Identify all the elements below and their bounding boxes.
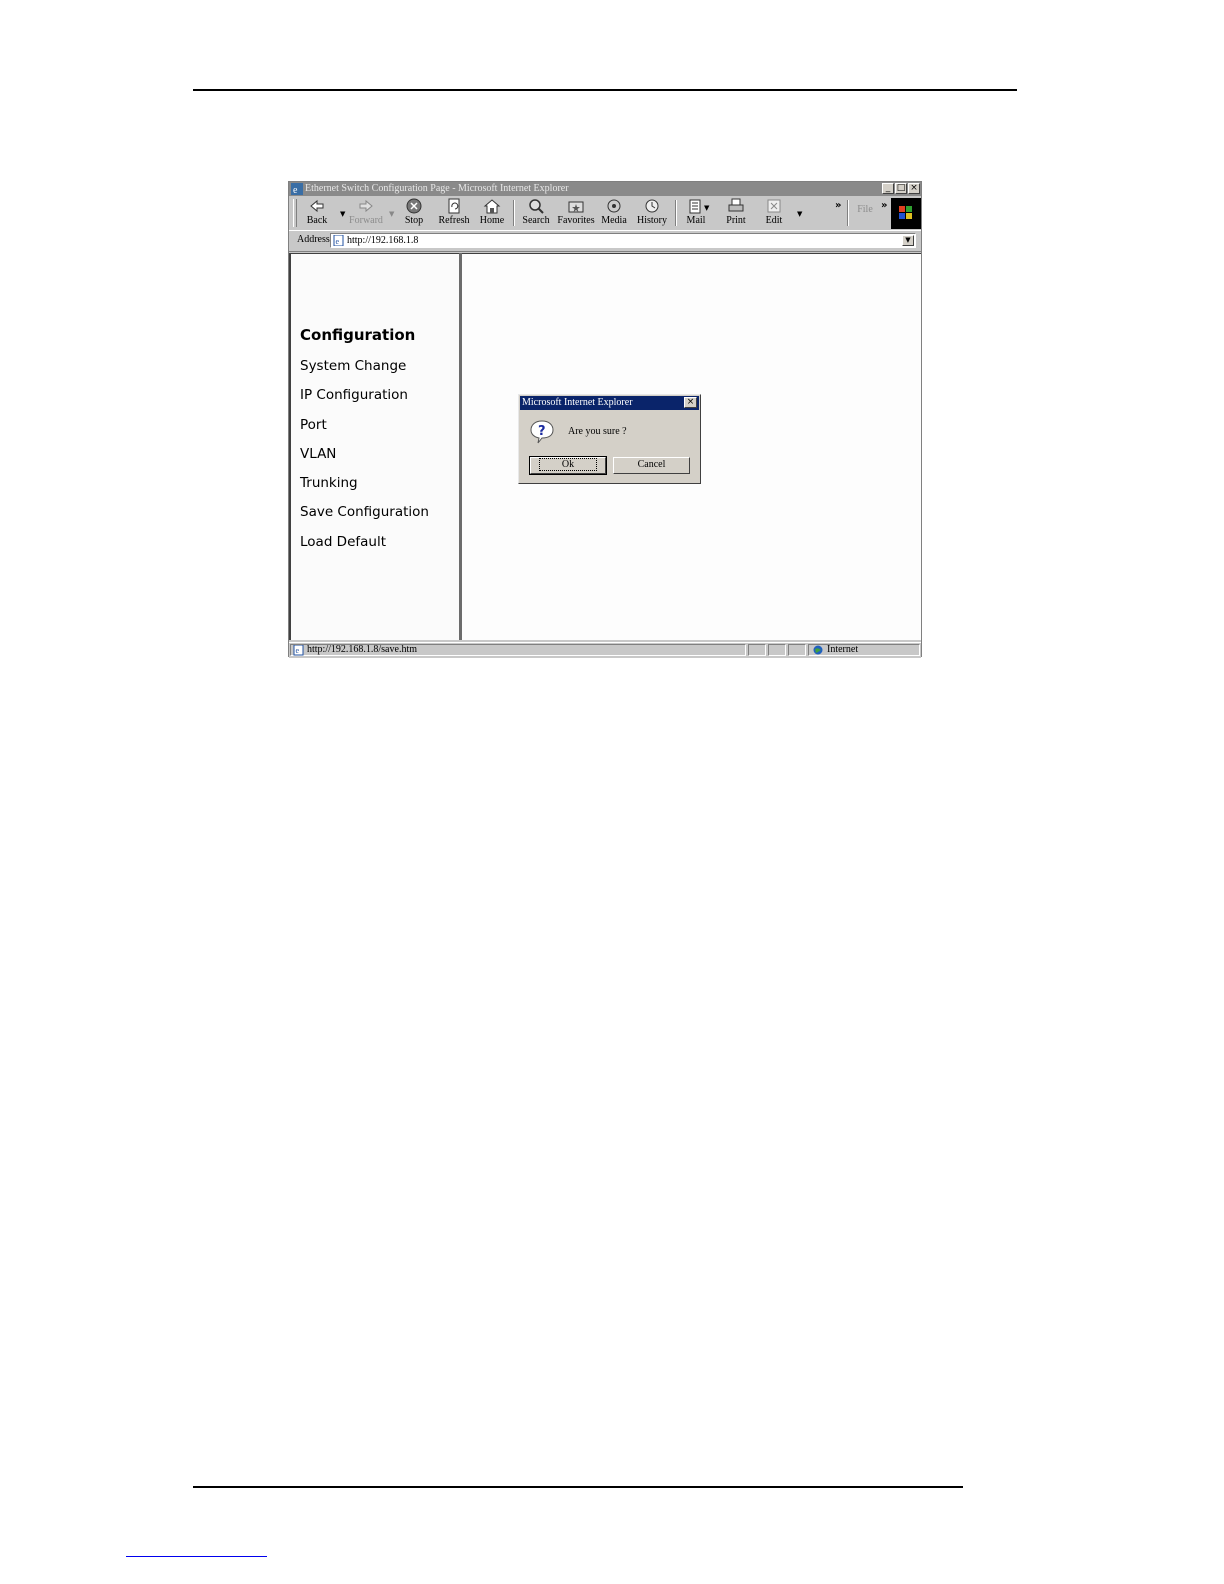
dialog-message: Are you sure ?: [568, 426, 627, 437]
status-zone-pane[interactable]: Internet: [808, 644, 920, 656]
favorites-folder-icon: [568, 201, 584, 213]
window-title: Ethernet Switch Configuration Page - Mic…: [305, 183, 569, 194]
stop-icon: [406, 198, 422, 214]
home-icon: [483, 199, 501, 214]
menu-item-ip-configuration[interactable]: IP Configuration: [300, 387, 429, 416]
address-value: http://192.168.1.8: [347, 235, 419, 246]
menu-item-port[interactable]: Port: [300, 417, 429, 446]
close-button[interactable]: ×: [908, 183, 920, 194]
mail-icon: [689, 199, 701, 214]
search-button[interactable]: Search: [521, 198, 551, 228]
media-icon: [607, 199, 621, 213]
address-input[interactable]: e http://192.168.1.8 ▼: [330, 233, 916, 248]
menu-heading: Configuration: [300, 326, 416, 344]
forward-button[interactable]: Forward: [349, 198, 383, 228]
menu-item-vlan[interactable]: VLAN: [300, 446, 429, 475]
favorites-button[interactable]: Favorites: [557, 198, 595, 228]
dialog-titlebar[interactable]: Microsoft Internet Explorer ×: [520, 396, 699, 410]
cancel-button[interactable]: Cancel: [613, 457, 690, 474]
windows-logo-icon: [891, 198, 921, 229]
back-dropdown-icon[interactable]: ▼: [340, 210, 345, 218]
page-bottom-rule: [193, 1486, 963, 1488]
svg-text:e: e: [296, 646, 300, 655]
page-content: Configuration System Change IP Configura…: [289, 253, 921, 640]
toolbar-separator: [675, 200, 677, 226]
history-label: History: [637, 215, 667, 226]
dialog-title: Microsoft Internet Explorer: [522, 397, 633, 408]
history-button[interactable]: History: [635, 198, 669, 228]
forward-label: Forward: [349, 215, 383, 226]
back-button[interactable]: Back: [303, 198, 331, 228]
status-pane: [788, 644, 806, 656]
footer-link-underline[interactable]: [126, 1556, 267, 1557]
address-bar: Address e http://192.168.1.8 ▼: [289, 231, 921, 252]
toolbar-separator: [513, 200, 515, 226]
status-pane: [768, 644, 786, 656]
media-label: Media: [601, 215, 627, 226]
home-button[interactable]: Home: [479, 198, 505, 228]
question-icon: ?: [530, 420, 554, 444]
page-icon: e: [293, 645, 304, 656]
status-url-pane: e http://192.168.1.8/save.htm: [290, 644, 746, 656]
minimize-button[interactable]: _: [882, 183, 894, 194]
back-label: Back: [306, 215, 328, 226]
ok-label: Ok: [538, 458, 598, 471]
print-button[interactable]: Print: [723, 198, 749, 228]
status-url: http://192.168.1.8/save.htm: [307, 644, 417, 655]
status-bar: e http://192.168.1.8/save.htm Internet: [289, 642, 921, 658]
mail-dropdown-icon[interactable]: ▼: [704, 204, 709, 212]
toolbar-grip[interactable]: [293, 199, 297, 227]
address-dropdown-icon[interactable]: ▼: [902, 235, 914, 246]
edit-button[interactable]: Edit: [761, 198, 787, 228]
edit-dropdown-icon[interactable]: ▼: [797, 210, 802, 218]
confirm-dialog: Microsoft Internet Explorer × ? Are you …: [518, 394, 701, 484]
search-icon: [529, 199, 544, 214]
standard-toolbar: Back ▼ Forward ▼ Stop Refresh Home Searc…: [289, 196, 921, 231]
menu-item-trunking[interactable]: Trunking: [300, 475, 429, 504]
dialog-close-button[interactable]: ×: [684, 397, 697, 408]
forward-arrow-icon: [359, 199, 373, 213]
window-titlebar: e Ethernet Switch Configuration Page - M…: [289, 182, 921, 196]
media-button[interactable]: Media: [599, 198, 629, 228]
status-pane: [748, 644, 766, 656]
menu-item-save-configuration[interactable]: Save Configuration: [300, 504, 429, 533]
config-menu: Configuration System Change IP Configura…: [300, 326, 429, 563]
home-label: Home: [479, 215, 505, 226]
toolbar-separator: [847, 200, 849, 226]
stop-label: Stop: [404, 215, 424, 226]
edit-icon: [767, 199, 781, 213]
ok-button[interactable]: Ok: [529, 456, 607, 475]
svg-text:e: e: [336, 237, 340, 246]
menubar-overflow-chevron-icon[interactable]: »: [881, 200, 887, 211]
stop-button[interactable]: Stop: [401, 198, 427, 228]
back-arrow-icon: [310, 199, 324, 213]
page-icon: e: [333, 235, 344, 246]
ie-logo-icon: e: [291, 183, 303, 195]
printer-icon: [728, 198, 744, 212]
favorites-label: Favorites: [557, 215, 595, 226]
refresh-icon: [448, 198, 460, 214]
forward-dropdown-icon[interactable]: ▼: [389, 210, 394, 218]
status-zone: Internet: [827, 644, 859, 655]
mail-label: Mail: [686, 215, 706, 226]
print-label: Print: [726, 215, 746, 226]
edit-label: Edit: [765, 215, 783, 226]
svg-text:e: e: [293, 185, 298, 195]
search-label: Search: [522, 215, 550, 226]
navigation-frame: Configuration System Change IP Configura…: [289, 253, 459, 640]
menu-item-load-default[interactable]: Load Default: [300, 534, 429, 563]
menu-item-system-change[interactable]: System Change: [300, 358, 429, 387]
svg-text:?: ?: [538, 424, 546, 439]
restore-button[interactable]: □: [895, 183, 907, 194]
page-top-rule: [193, 89, 1017, 91]
refresh-button[interactable]: Refresh: [437, 198, 471, 228]
address-label: Address: [297, 234, 330, 245]
history-icon: [645, 199, 659, 213]
globe-icon: [813, 645, 823, 655]
refresh-label: Refresh: [438, 215, 470, 226]
toolbar-overflow-chevron-icon[interactable]: »: [835, 200, 841, 211]
mail-button[interactable]: Mail: [683, 198, 709, 228]
browser-window: e Ethernet Switch Configuration Page - M…: [288, 181, 922, 658]
